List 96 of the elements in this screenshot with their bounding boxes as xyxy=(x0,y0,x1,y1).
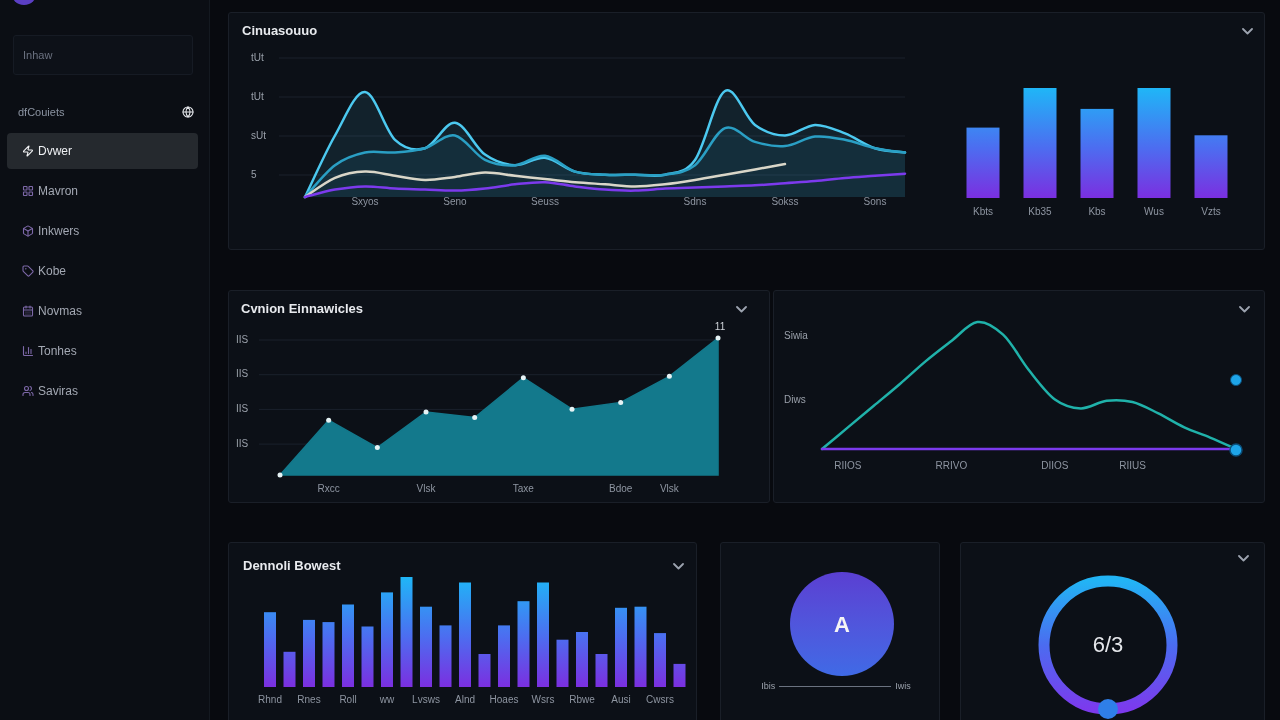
x-axis-label: Sokss xyxy=(771,195,799,207)
bar xyxy=(1194,135,1228,198)
x-axis-label: Sons xyxy=(863,195,887,207)
bar xyxy=(303,619,315,687)
y-axis-label: tUt xyxy=(251,90,264,102)
x-axis-label: Bdoe xyxy=(609,482,633,494)
chevron-down-icon[interactable] xyxy=(1239,305,1250,313)
x-axis-label: Kbs xyxy=(1088,205,1106,217)
sidebar-item[interactable]: Mavron xyxy=(7,173,198,209)
x-axis-label: RRIVO xyxy=(935,459,968,471)
bar xyxy=(322,622,335,687)
y-axis-label: Siwia xyxy=(784,329,808,341)
bar xyxy=(595,654,608,687)
data-point xyxy=(326,417,332,423)
bar xyxy=(283,651,296,687)
x-axis-label: Vlsk xyxy=(416,482,436,494)
data-point xyxy=(569,406,575,412)
search-field[interactable]: Inhaw xyxy=(13,35,193,75)
panel-title: Cinuasouuo xyxy=(242,22,318,41)
tag-icon xyxy=(22,265,34,277)
calendar-icon xyxy=(22,305,34,317)
scale-label: Iwis xyxy=(895,680,911,693)
x-axis-label: Rnes xyxy=(297,693,321,705)
bar xyxy=(966,127,1000,198)
data-point xyxy=(277,472,283,478)
x-axis-label: Rxcc xyxy=(317,482,340,494)
data-point xyxy=(618,399,624,405)
sidebar-item[interactable]: Kobe xyxy=(7,253,198,289)
y-axis-label: tUt xyxy=(251,51,264,63)
bar xyxy=(576,632,588,687)
chevron-down-icon[interactable] xyxy=(673,562,684,570)
grid-icon xyxy=(22,185,34,197)
section-title: dfCouiets xyxy=(18,104,65,120)
bar xyxy=(556,639,569,687)
letter-avatar: A xyxy=(790,572,894,676)
data-point xyxy=(520,375,526,381)
bar-chart-icon xyxy=(22,345,34,357)
x-axis-label: Wsrs xyxy=(531,693,555,705)
panel-title: Dennoli Bowest xyxy=(243,557,341,576)
y-axis-label: Diws xyxy=(784,393,806,405)
x-axis-label: RIIOS xyxy=(834,459,862,471)
x-axis-label: Rhnd xyxy=(258,693,282,705)
x-axis-label: Wus xyxy=(1144,205,1164,217)
chevron-down-icon[interactable] xyxy=(1242,27,1253,35)
sidebar-item[interactable]: Saviras xyxy=(7,373,198,409)
x-axis-label: ww xyxy=(379,693,395,705)
chevron-down-icon[interactable] xyxy=(736,305,747,313)
users-icon xyxy=(22,385,34,397)
bar xyxy=(654,633,666,687)
x-axis-label: Vzts xyxy=(1201,205,1221,217)
bar xyxy=(673,663,686,687)
y-axis-label: IIS xyxy=(236,403,249,415)
bar xyxy=(439,625,452,687)
x-axis-label: Taxe xyxy=(512,482,534,494)
x-axis-label: Hoaes xyxy=(489,693,519,705)
y-axis-label: IIS xyxy=(236,437,249,449)
x-axis-label: Sxyos xyxy=(351,195,379,207)
y-axis-label: IIS xyxy=(236,333,249,345)
data-point xyxy=(472,414,478,420)
chevron-down-icon[interactable] xyxy=(1238,554,1249,562)
data-point xyxy=(666,373,672,379)
data-point xyxy=(374,445,380,451)
globe-icon[interactable] xyxy=(182,106,194,118)
x-axis-label: Seno xyxy=(443,195,467,207)
scale-label: Ibis xyxy=(761,680,776,693)
bar xyxy=(478,654,491,687)
x-axis-label: DIIOS xyxy=(1041,459,1069,471)
bar xyxy=(361,626,374,687)
x-axis-label: Sdns xyxy=(683,195,707,207)
data-label: 11 xyxy=(714,321,726,332)
y-axis-label: 5 xyxy=(251,168,257,180)
lightning-icon xyxy=(22,145,34,157)
x-axis-label: Ausi xyxy=(611,693,631,705)
sidebar-item[interactable]: Dvwer xyxy=(7,133,198,169)
x-axis-label: Rbwe xyxy=(569,693,595,705)
data-point xyxy=(423,409,429,415)
y-axis-label: IIS xyxy=(236,368,249,380)
x-axis-label: RIIUS xyxy=(1119,459,1146,471)
marker-dot-icon xyxy=(1229,443,1243,457)
data-point xyxy=(715,335,721,341)
x-axis-label: Cwsrs xyxy=(646,693,674,705)
y-axis-label: sUt xyxy=(251,129,266,141)
x-axis-label: Seuss xyxy=(531,195,559,207)
x-axis-label: Kb35 xyxy=(1028,205,1052,217)
bar xyxy=(498,625,510,687)
x-axis-label: Lvsws xyxy=(412,693,440,705)
gauge-value: 6/3 xyxy=(1092,631,1123,657)
box-icon xyxy=(22,225,34,237)
x-axis-label: Kbts xyxy=(973,205,993,217)
x-axis-label: Alnd xyxy=(455,693,475,705)
sidebar-item[interactable]: Tonhes xyxy=(7,333,198,369)
x-axis-label: Vlsk xyxy=(659,482,679,494)
sidebar-item[interactable]: Novmas xyxy=(7,293,198,329)
x-axis-label: Roll xyxy=(339,693,357,705)
panel-title: Cvnion Einnawicles xyxy=(241,300,364,319)
sidebar-item[interactable]: Inkwers xyxy=(7,213,198,249)
